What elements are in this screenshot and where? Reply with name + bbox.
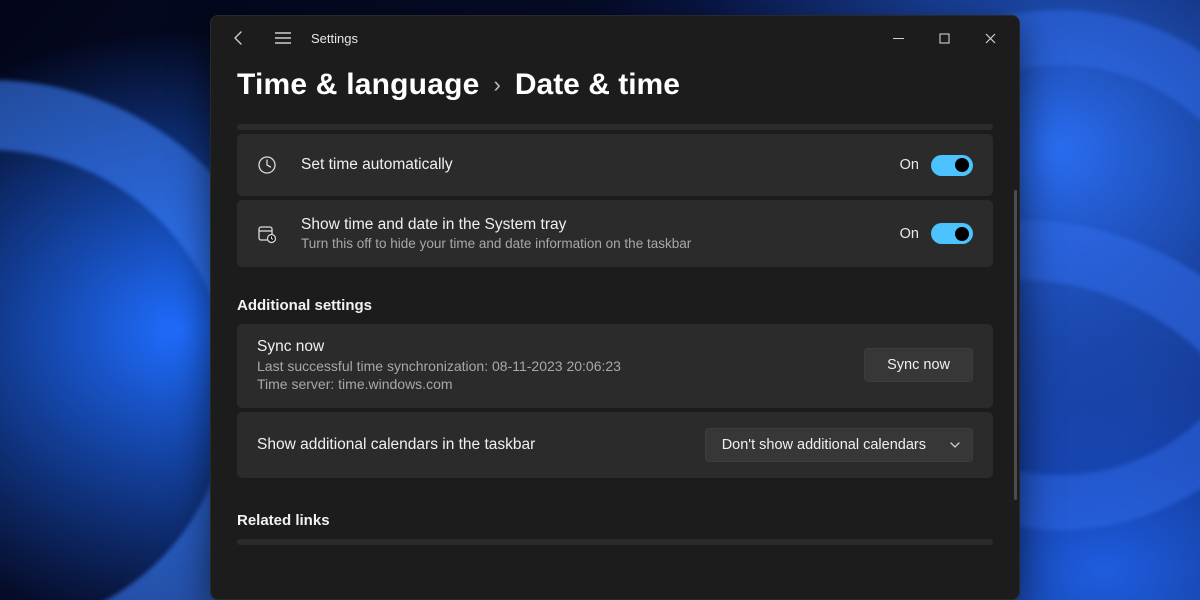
minimize-button[interactable] <box>875 16 921 60</box>
titlebar: Settings <box>211 16 1019 60</box>
additional-calendars-dropdown[interactable]: Don't show additional calendars <box>705 428 973 462</box>
nav-menu-button[interactable] <box>261 16 305 60</box>
setting-set-time-automatically[interactable]: Set time automatically On <box>237 134 993 196</box>
toggle-show-time-in-tray[interactable] <box>931 223 973 244</box>
hamburger-icon <box>275 32 291 44</box>
dropdown-selected: Don't show additional calendars <box>722 437 926 453</box>
toggle-state-label: On <box>900 226 919 242</box>
sync-last-success: Last successful time synchronization: 08… <box>257 358 864 374</box>
setting-additional-calendars: Show additional calendars in the taskbar… <box>237 412 993 478</box>
breadcrumb: Time & language › Date & time <box>237 68 993 102</box>
section-additional-settings: Additional settings <box>237 297 993 314</box>
close-button[interactable] <box>967 16 1013 60</box>
clock-icon <box>257 155 285 175</box>
setting-title: Set time automatically <box>301 156 900 174</box>
scrollbar[interactable] <box>1014 190 1017 500</box>
sync-server: Time server: time.windows.com <box>257 376 864 392</box>
settings-window: Settings Time & language › Date & time <box>210 15 1020 600</box>
sync-title: Sync now <box>257 338 864 356</box>
setting-title: Show additional calendars in the taskbar <box>257 436 705 454</box>
sync-now-button[interactable]: Sync now <box>864 348 973 382</box>
window-controls <box>875 16 1013 60</box>
maximize-icon <box>939 33 950 44</box>
chevron-right-icon: › <box>494 72 501 98</box>
close-icon <box>985 33 996 44</box>
toggle-state-label: On <box>900 157 919 173</box>
maximize-button[interactable] <box>921 16 967 60</box>
arrow-left-icon <box>231 30 247 46</box>
setting-sync-now: Sync now Last successful time synchroniz… <box>237 324 993 408</box>
setting-title: Show time and date in the System tray <box>301 216 900 234</box>
setting-subtitle: Turn this off to hide your time and date… <box>301 236 900 251</box>
breadcrumb-current: Date & time <box>515 68 680 102</box>
content-area: Time & language › Date & time Set time a… <box>211 60 1019 599</box>
calendar-clock-icon <box>257 224 285 244</box>
section-related-links: Related links <box>237 512 993 529</box>
back-button[interactable] <box>217 16 261 60</box>
breadcrumb-parent[interactable]: Time & language <box>237 68 480 102</box>
toggle-set-time-automatically[interactable] <box>931 155 973 176</box>
setting-show-time-in-tray[interactable]: Show time and date in the System tray Tu… <box>237 200 993 267</box>
card-edge <box>237 124 993 130</box>
minimize-icon <box>893 33 904 44</box>
chevron-down-icon <box>950 442 960 448</box>
window-title: Settings <box>311 31 358 46</box>
card-edge <box>237 539 993 545</box>
